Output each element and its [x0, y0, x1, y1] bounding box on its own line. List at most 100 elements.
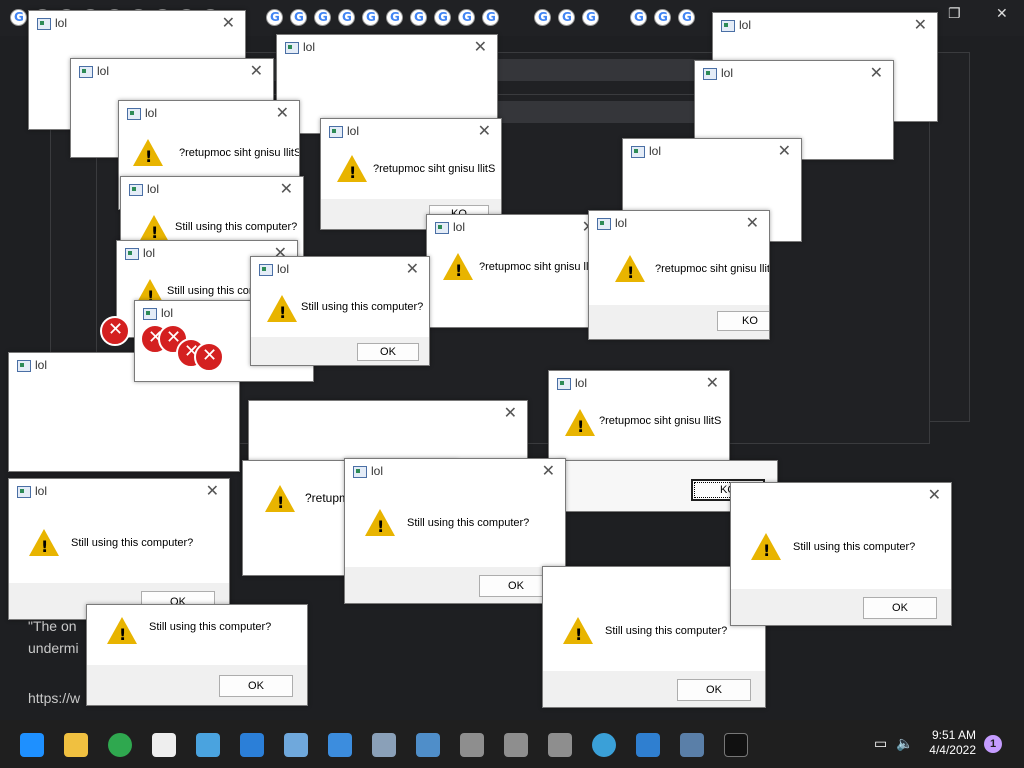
close-icon[interactable]: ✕ [928, 485, 941, 505]
close-window-icon[interactable]: ✕ [996, 6, 1008, 22]
dialog-title: lol [739, 18, 752, 32]
tab-favicon-icon[interactable] [338, 9, 355, 26]
ok-button[interactable]: OK [677, 679, 751, 701]
error-icon [194, 342, 224, 372]
app-icon [79, 66, 93, 78]
dialog-message: Still using this computer? [793, 541, 916, 553]
tab-favicon-icon[interactable] [362, 9, 379, 26]
dialog-title: lol [147, 182, 160, 196]
dialog-title: lol [161, 306, 174, 320]
calculator-icon[interactable] [372, 733, 396, 757]
background-text: undermi [28, 640, 79, 656]
dialog-title: lol [277, 262, 290, 276]
app-icon [435, 222, 449, 234]
restore-icon[interactable]: ❐ [948, 6, 961, 22]
volume-icon[interactable]: 🔈 [896, 736, 913, 752]
app-icon [17, 360, 31, 372]
tab-favicon-icon[interactable] [582, 9, 599, 26]
dialog-message: ?retupmoc siht gnisu llitS [655, 263, 770, 275]
app-icon [37, 18, 51, 30]
tab-favicon-icon[interactable] [482, 9, 499, 26]
ok-button[interactable]: OK [219, 675, 293, 697]
notification-badge[interactable]: 1 [984, 735, 1002, 753]
network-status-icon[interactable]: ▭ [874, 736, 887, 752]
tab-favicon-icon[interactable] [434, 9, 451, 26]
dialog-title: lol [303, 40, 316, 54]
tab-favicon-icon[interactable] [290, 9, 307, 26]
clock[interactable]: 9:51 AM 4/4/2022 [929, 728, 976, 758]
dialog-message: ?retupmoc siht gnisu llitS [373, 163, 496, 175]
app-icon [353, 466, 367, 478]
tab-favicon-icon[interactable] [10, 9, 27, 26]
dialog-message: Still using this computer? [175, 221, 298, 233]
close-icon[interactable]: ✕ [406, 259, 419, 279]
warning-icon [337, 155, 367, 182]
warning-icon [29, 529, 59, 556]
dialog-title: lol [143, 246, 156, 260]
app-icon [17, 486, 31, 498]
dialog-title: lol [615, 216, 628, 230]
dialog-title: lol [35, 358, 48, 372]
ok-button[interactable]: OK [863, 597, 937, 619]
globe-icon[interactable] [592, 733, 616, 757]
close-icon[interactable]: ✕ [478, 121, 491, 141]
ok-button[interactable]: KO [717, 311, 769, 331]
tab-favicon-icon[interactable] [558, 9, 575, 26]
tab-favicon-icon[interactable] [630, 9, 647, 26]
ok-button[interactable]: OK [357, 343, 419, 361]
close-icon[interactable]: ✕ [280, 179, 293, 199]
network-icon[interactable] [460, 733, 484, 757]
app-icon [259, 264, 273, 276]
tab-favicon-icon[interactable] [410, 9, 427, 26]
close-icon[interactable]: ✕ [504, 403, 517, 423]
dialog-message: Still using this computer? [71, 537, 194, 549]
close-icon[interactable]: ✕ [870, 63, 883, 83]
tab-favicon-icon[interactable] [534, 9, 551, 26]
dialog-title: lol [97, 64, 110, 78]
close-icon[interactable]: ✕ [706, 373, 719, 393]
chrome-icon[interactable] [108, 733, 132, 757]
notepad-icon[interactable] [196, 733, 220, 757]
network-icon-2[interactable] [504, 733, 528, 757]
warning-icon [265, 485, 295, 512]
performance-monitor-icon[interactable] [680, 733, 704, 757]
dialog-title: lol [347, 124, 360, 138]
warning-icon [563, 617, 593, 644]
paint-icon[interactable] [284, 733, 308, 757]
tab-favicon-icon[interactable] [678, 9, 695, 26]
dialog-message: Still using this computer? [149, 621, 272, 633]
app-icon [721, 20, 735, 32]
clock-date: 4/4/2022 [929, 743, 976, 757]
tab-favicon-icon[interactable] [266, 9, 283, 26]
control-panel-icon[interactable] [416, 733, 440, 757]
close-icon[interactable]: ✕ [474, 37, 487, 57]
warning-icon [443, 253, 473, 280]
puzzle-icon[interactable] [636, 733, 660, 757]
warning-icon [751, 533, 781, 560]
terminal-window-icon[interactable] [328, 733, 352, 757]
close-icon[interactable]: ✕ [250, 61, 263, 81]
close-icon[interactable]: ✕ [276, 103, 289, 123]
start-icon[interactable] [20, 733, 44, 757]
dialog-window: lol✕ ?retupmoc siht gnisu llitS [426, 214, 606, 328]
close-icon[interactable]: ✕ [778, 141, 791, 161]
tab-favicon-icon[interactable] [458, 9, 475, 26]
close-icon[interactable]: ✕ [206, 481, 219, 501]
close-icon[interactable]: ✕ [746, 213, 759, 233]
close-icon[interactable]: ✕ [222, 13, 235, 33]
tab-favicon-icon[interactable] [654, 9, 671, 26]
network-icon-3[interactable] [548, 733, 572, 757]
dialog-message: Still using this computer? [301, 301, 424, 313]
tab-favicon-icon[interactable] [386, 9, 403, 26]
app-icon [557, 378, 571, 390]
dialog-window: lol ✕ ?retupmoc siht gnisu llitS KO [588, 210, 770, 340]
command-prompt-icon[interactable] [724, 733, 748, 757]
close-icon[interactable]: ✕ [914, 15, 927, 35]
7zip-icon[interactable] [152, 733, 176, 757]
close-icon[interactable]: ✕ [542, 461, 555, 481]
app-icon [631, 146, 645, 158]
app-icon [285, 42, 299, 54]
photos-icon[interactable] [240, 733, 264, 757]
tab-favicon-icon[interactable] [314, 9, 331, 26]
file-explorer-icon[interactable] [64, 733, 88, 757]
